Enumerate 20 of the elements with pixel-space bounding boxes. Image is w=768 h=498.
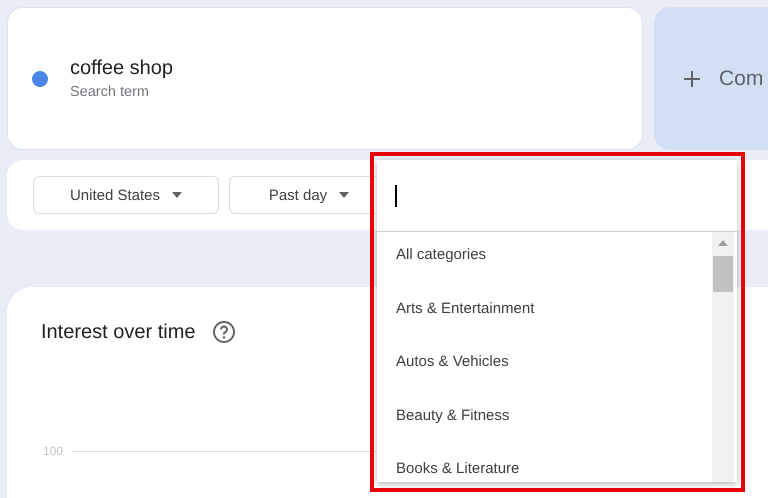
text-cursor	[395, 184, 397, 206]
scrollbar-thumb[interactable]	[713, 256, 733, 292]
category-option[interactable]: All categories	[377, 246, 712, 300]
plus-icon	[683, 70, 701, 88]
search-term: coffee shop	[70, 57, 174, 80]
scrollbar[interactable]	[712, 232, 734, 482]
chart-title: Interest over time	[41, 320, 196, 344]
category-search-field[interactable]	[377, 160, 737, 232]
category-option[interactable]: Beauty & Fitness	[377, 406, 712, 460]
help-icon[interactable]	[212, 320, 236, 344]
caret-icon	[339, 192, 350, 198]
category-option[interactable]: Autos & Vehicles	[377, 353, 712, 406]
caret-icon	[172, 192, 182, 198]
term-caption: Search term	[70, 84, 150, 100]
category-option[interactable]: Books & Literature	[377, 460, 712, 482]
filter-dropdown[interactable]: United States	[33, 176, 219, 214]
category-option[interactable]: Arts & Entertainment	[377, 300, 712, 353]
compare-button[interactable]: Com	[654, 7, 768, 150]
scroll-up-icon[interactable]	[718, 240, 728, 246]
y-axis-label: 100	[42, 444, 63, 458]
